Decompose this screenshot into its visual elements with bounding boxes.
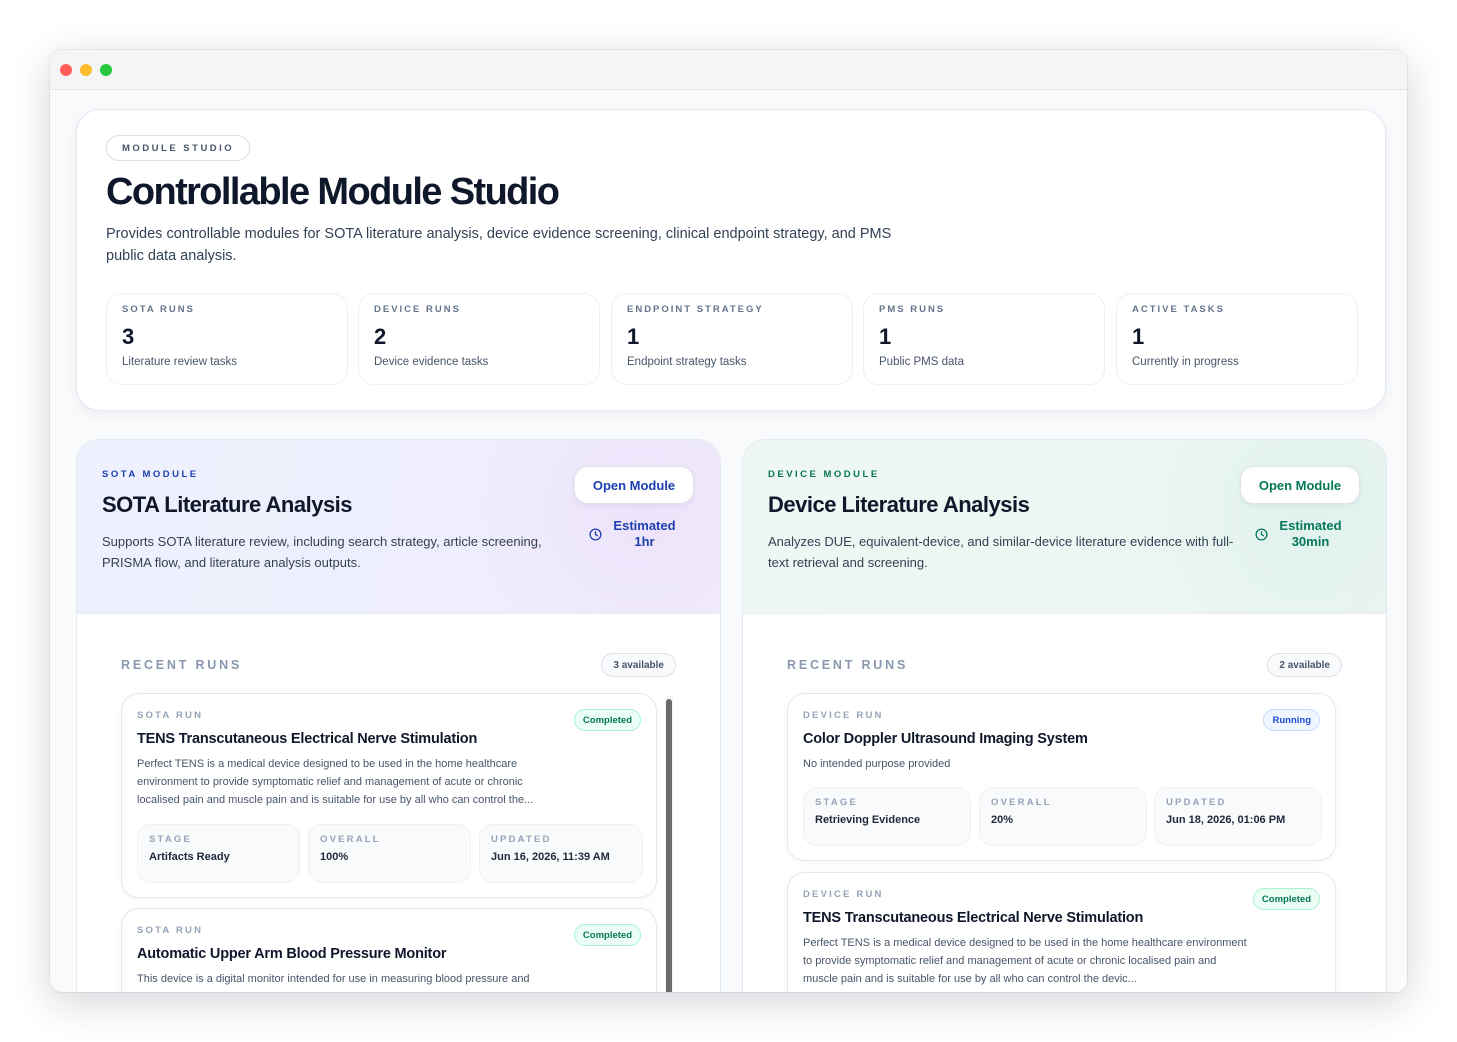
status-badge: Running: [1263, 709, 1320, 731]
stat-label: DEVICE RUNS: [374, 304, 461, 315]
stats-row: SOTA RUNS 3 Literature review tasks DEVI…: [106, 293, 1358, 385]
stat-caption: Device evidence tasks: [374, 356, 489, 368]
estimate-label: Estimated: [613, 518, 676, 533]
stat-label: ENDPOINT STRATEGY: [627, 304, 764, 315]
run-eyebrow: SOTA RUN: [137, 925, 204, 936]
scrollbar-thumb[interactable]: [666, 699, 672, 992]
stat-value: 3: [122, 324, 135, 349]
meta-value: 100%: [320, 851, 349, 863]
meta-value: Retrieving Evidence: [815, 814, 921, 826]
run-eyebrow: DEVICE RUN: [803, 710, 884, 721]
page-title: Controllable Module Studio: [106, 171, 560, 213]
estimate-text: Estimated 30min: [1276, 518, 1346, 550]
estimate-value: 30min: [1291, 534, 1330, 549]
studio-header-card: MODULE STUDIO Controllable Module Studio…: [76, 109, 1386, 411]
module-studio-pill: MODULE STUDIO: [106, 135, 251, 161]
open-module-button[interactable]: Open Module: [1240, 466, 1360, 504]
sota-module-card: SOTA MODULE SOTA Literature Analysis Sup…: [76, 439, 721, 992]
stat-caption: Currently in progress: [1132, 356, 1239, 368]
module-description: Supports SOTA literature review, includi…: [102, 534, 542, 570]
recent-runs-heading: RECENT RUNS: [121, 658, 243, 672]
available-count-badge: 3 available: [601, 653, 676, 677]
overall-field: OVERALL 100%: [308, 824, 471, 883]
stat-card-pms-runs: PMS RUNS 1 Public PMS data: [863, 293, 1105, 385]
status-badge: Completed: [573, 709, 641, 731]
stat-label: SOTA RUNS: [122, 304, 195, 315]
updated-field: UPDATED Jun 16, 2026, 11:39 AM: [479, 824, 643, 883]
run-eyebrow: SOTA RUN: [137, 710, 204, 721]
close-window-button[interactable]: [60, 63, 72, 76]
stat-value: 1: [879, 324, 892, 349]
run-title: Automatic Upper Arm Blood Pressure Monit…: [137, 946, 447, 962]
run-title: TENS Transcutaneous Electrical Nerve Sti…: [137, 731, 478, 747]
updated-field: UPDATED Jun 18, 2026, 01:06 PM: [1154, 787, 1322, 846]
meta-label: STAGE: [149, 834, 193, 845]
module-description: Analyzes DUE, equivalent-device, and sim…: [768, 534, 1234, 570]
meta-label: STAGE: [815, 797, 859, 808]
meta-label: UPDATED: [491, 834, 552, 845]
open-module-button[interactable]: Open Module: [574, 466, 694, 504]
module-title: SOTA Literature Analysis: [102, 492, 353, 517]
meta-value: Jun 18, 2026, 01:06 PM: [1166, 814, 1286, 826]
stat-value: 2: [374, 324, 387, 349]
module-eyebrow: SOTA MODULE: [102, 469, 199, 480]
status-badge: Completed: [573, 924, 641, 946]
stage-field: STAGE Artifacts Ready: [137, 824, 300, 883]
estimated-time: Estimated 30min: [1240, 518, 1360, 550]
meta-label: OVERALL: [991, 797, 1052, 808]
sota-module-header: SOTA MODULE SOTA Literature Analysis Sup…: [77, 440, 720, 614]
run-title: Color Doppler Ultrasound Imaging System: [803, 731, 1088, 747]
stat-card-sota-runs: SOTA RUNS 3 Literature review tasks: [106, 293, 348, 385]
run-description: This device is a digital monitor intende…: [137, 973, 530, 985]
stat-value: 1: [1132, 324, 1145, 349]
meta-value: Jun 16, 2026, 11:39 AM: [491, 851, 610, 863]
minimize-window-button[interactable]: [80, 63, 92, 76]
overall-field: OVERALL 20%: [979, 787, 1147, 846]
estimate-text: Estimated 1hr: [610, 518, 680, 550]
page-description: Provides controllable modules for SOTA l…: [106, 226, 892, 264]
maximize-window-button[interactable]: [100, 63, 112, 76]
stat-label: PMS RUNS: [879, 304, 946, 315]
run-card[interactable]: SOTA RUN Completed Automatic Upper Arm B…: [121, 908, 657, 992]
run-description: No intended purpose provided: [803, 758, 951, 770]
estimate-label: Estimated: [1279, 518, 1342, 533]
browser-window: MODULE STUDIO Controllable Module Studio…: [50, 50, 1407, 992]
runs-scrollbar[interactable]: [665, 695, 673, 992]
estimate-value: 1hr: [634, 534, 655, 549]
estimated-time: Estimated 1hr: [574, 518, 694, 550]
device-module-header: DEVICE MODULE Device Literature Analysis…: [743, 440, 1386, 614]
run-title: TENS Transcutaneous Electrical Nerve Sti…: [803, 910, 1144, 926]
window-titlebar: [50, 50, 1407, 90]
run-card[interactable]: DEVICE RUN Running Color Doppler Ultraso…: [787, 693, 1336, 861]
meta-value: 20%: [991, 814, 1014, 826]
stat-caption: Endpoint strategy tasks: [627, 356, 747, 368]
stat-card-active-tasks: ACTIVE TASKS 1 Currently in progress: [1116, 293, 1358, 385]
stat-caption: Literature review tasks: [122, 356, 238, 368]
module-title: Device Literature Analysis: [768, 492, 1030, 517]
meta-label: UPDATED: [1166, 797, 1227, 808]
stat-value: 1: [627, 324, 640, 349]
run-description: Perfect TENS is a medical device designe…: [803, 937, 1247, 985]
meta-label: OVERALL: [320, 834, 381, 845]
clock-icon: [588, 527, 602, 541]
available-count-badge: 2 available: [1267, 653, 1342, 677]
device-module-card: DEVICE MODULE Device Literature Analysis…: [742, 439, 1387, 992]
module-eyebrow: DEVICE MODULE: [768, 469, 880, 480]
stat-card-endpoint-strategy: ENDPOINT STRATEGY 1 Endpoint strategy ta…: [611, 293, 853, 385]
meta-value: Artifacts Ready: [149, 851, 230, 863]
stage-field: STAGE Retrieving Evidence: [803, 787, 971, 846]
stat-card-device-runs: DEVICE RUNS 2 Device evidence tasks: [358, 293, 600, 385]
run-card[interactable]: SOTA RUN Completed TENS Transcutaneous E…: [121, 693, 657, 898]
status-badge: Completed: [1252, 888, 1320, 910]
stat-caption: Public PMS data: [879, 356, 965, 368]
run-card[interactable]: DEVICE RUN Completed TENS Transcutaneous…: [787, 872, 1336, 992]
recent-runs-heading: RECENT RUNS: [787, 658, 909, 672]
clock-icon: [1254, 527, 1268, 541]
stat-label: ACTIVE TASKS: [1132, 304, 1225, 315]
run-description: Perfect TENS is a medical device designe…: [137, 758, 534, 806]
run-eyebrow: DEVICE RUN: [803, 889, 884, 900]
page-content: MODULE STUDIO Controllable Module Studio…: [50, 90, 1407, 992]
